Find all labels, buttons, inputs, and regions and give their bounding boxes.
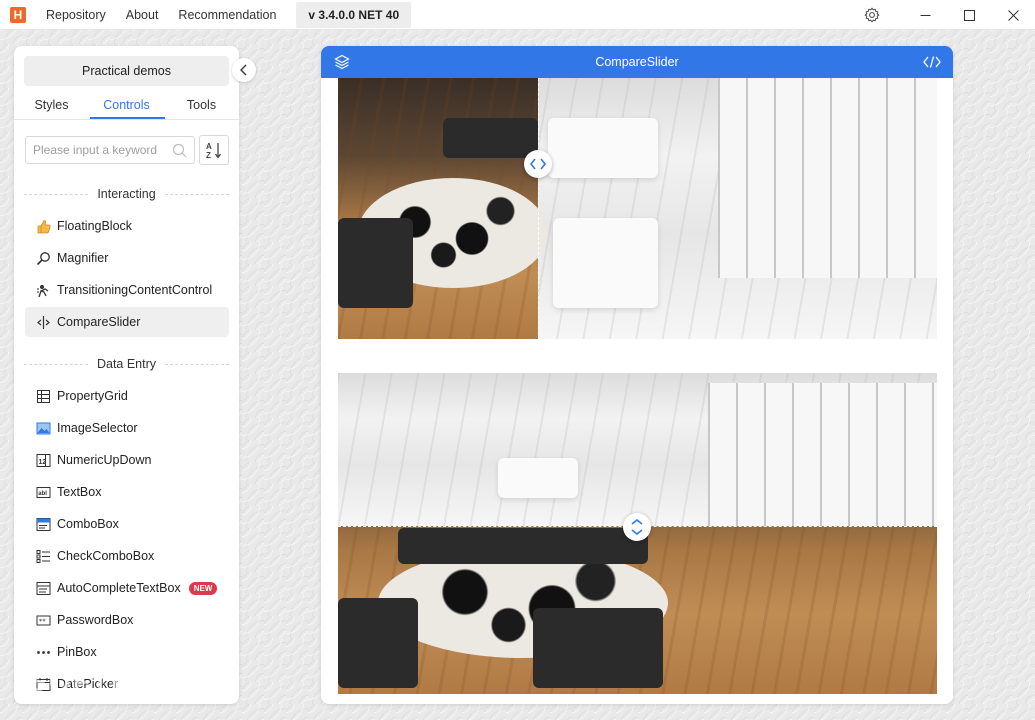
- check-list-icon: [35, 548, 51, 564]
- sidebar-item-label: PropertyGrid: [57, 389, 128, 403]
- dark-sofa: [398, 528, 648, 564]
- version-badge: v 3.4.0.0 NET 40: [296, 1, 412, 28]
- slider-handle[interactable]: [524, 150, 552, 178]
- tab-tools[interactable]: Tools: [164, 94, 239, 120]
- dark-sofa: [443, 118, 538, 158]
- svg-text:**: **: [38, 617, 46, 625]
- sidebar-item-label: TextBox: [57, 485, 102, 499]
- render-half: [338, 373, 937, 526]
- sidebar-item-label: PasswordBox: [57, 613, 134, 627]
- sidebar-item-label: NumericUpDown: [57, 453, 152, 467]
- sidebar-item-label: PinBox: [57, 645, 97, 659]
- thumbs-up-icon: [35, 218, 51, 234]
- collapse-sidebar-button[interactable]: [232, 58, 256, 82]
- window-controls: [857, 0, 1035, 30]
- gear-icon: [864, 7, 880, 23]
- transition-icon: [35, 282, 51, 298]
- sidebar-item-label: AutoCompleteTextBox: [57, 581, 181, 595]
- dark-armchair: [338, 218, 413, 308]
- search-input[interactable]: [33, 143, 163, 157]
- tab-divider: [14, 119, 239, 120]
- sidebar-item-transitioningcontentcontrol[interactable]: TransitioningContentControl: [25, 275, 229, 305]
- new-badge: NEW: [188, 581, 218, 595]
- sidebar-item-magnifier[interactable]: Magnifier: [25, 243, 229, 273]
- sidebar-item-combobox[interactable]: ComboBox: [25, 509, 229, 539]
- sidebar-item-label: TransitioningContentControl: [57, 283, 213, 297]
- title-bar: H Repository About Recommendation v 3.4.…: [0, 0, 1035, 30]
- card-header: CompareSlider: [321, 46, 953, 78]
- maximize-button[interactable]: [947, 0, 991, 30]
- sidebar-item-label: Magnifier: [57, 251, 109, 265]
- sidebar-item-propertygrid[interactable]: PropertyGrid: [25, 381, 229, 411]
- dark-armchair: [533, 608, 663, 688]
- sidebar-item-compareslider[interactable]: CompareSlider: [25, 307, 229, 337]
- magnifier-icon: [35, 250, 51, 266]
- sort-button[interactable]: A Z: [199, 135, 229, 165]
- svg-text:A: A: [206, 142, 212, 151]
- dots-icon: [35, 644, 51, 660]
- minimize-icon: [920, 14, 930, 16]
- sidebar-item-passwordbox[interactable]: ** PasswordBox: [25, 605, 229, 635]
- combobox-icon: [35, 516, 51, 532]
- chevron-up-down-icon: [631, 519, 643, 535]
- card-title: CompareSlider: [595, 55, 679, 69]
- slider-divider-line: [538, 78, 539, 339]
- sidebar-item-autocompletetextbox[interactable]: AutoCompleteTextBox NEW: [25, 573, 229, 603]
- sidebar-item-floatingblock[interactable]: FloatingBlock: [25, 211, 229, 241]
- layers-icon[interactable]: [334, 54, 350, 70]
- sidebar-item-checkcombobox[interactable]: CheckComboBox: [25, 541, 229, 571]
- sidebar-item-label: ComboBox: [57, 517, 119, 531]
- tab-styles[interactable]: Styles: [14, 94, 89, 120]
- dark-armchair-left: [338, 598, 418, 688]
- sort-az-icon: A Z: [206, 142, 222, 159]
- menu-bar: Repository About Recommendation: [36, 0, 286, 30]
- autocomplete-icon: [35, 580, 51, 596]
- sidebar-item-imageselector[interactable]: ImageSelector: [25, 413, 229, 443]
- menu-item-about[interactable]: About: [116, 0, 169, 30]
- photo-half: [338, 78, 548, 339]
- search-field: [25, 136, 195, 164]
- sidebar-item-label: CompareSlider: [57, 315, 141, 329]
- svg-text:Z: Z: [206, 151, 211, 159]
- menu-item-recommendation[interactable]: Recommendation: [168, 0, 286, 30]
- sidebar-item-label: FloatingBlock: [57, 219, 133, 233]
- group-header-data-entry: Data Entry: [24, 356, 229, 372]
- menu-item-repository[interactable]: Repository: [36, 0, 116, 30]
- numeric-icon: 12: [35, 452, 51, 468]
- textbox-icon: abl: [35, 484, 51, 500]
- demo-content-card: CompareSlider: [321, 46, 953, 704]
- softpedia-watermark: SOFTPEDIA: [28, 666, 207, 697]
- demo-sidebar: Practical demos Styles Controls Tools A …: [14, 46, 239, 704]
- window-wall: [708, 383, 937, 526]
- compare-slider-vertical[interactable]: [338, 373, 937, 694]
- practical-demos-button[interactable]: Practical demos: [24, 56, 229, 86]
- svg-text:abl: abl: [38, 491, 47, 497]
- close-icon: [1007, 9, 1019, 21]
- app-logo-icon: H: [10, 6, 26, 23]
- password-icon: **: [35, 612, 51, 628]
- settings-button[interactable]: [857, 0, 887, 30]
- slider-handle[interactable]: [623, 513, 651, 541]
- white-sofa: [548, 118, 658, 178]
- image-icon: [35, 420, 51, 436]
- code-icon[interactable]: [923, 55, 941, 69]
- chevron-left-icon: [240, 64, 247, 76]
- close-button[interactable]: [991, 0, 1035, 30]
- search-icon: [172, 143, 187, 158]
- white-fireplace: [498, 458, 578, 498]
- sidebar-item-pinbox[interactable]: PinBox: [25, 637, 229, 667]
- chevron-left-right-icon: [530, 158, 546, 170]
- compare-slider-icon: [35, 314, 51, 330]
- sidebar-item-textbox[interactable]: abl TextBox: [25, 477, 229, 507]
- compare-slider-horizontal[interactable]: [338, 78, 937, 339]
- white-armchair: [553, 218, 658, 308]
- group-header-interacting: Interacting: [24, 186, 229, 202]
- minimize-button[interactable]: [903, 0, 947, 30]
- maximize-icon: [963, 9, 975, 21]
- sidebar-item-numericupdown[interactable]: 12 NumericUpDown: [25, 445, 229, 475]
- property-grid-icon: [35, 388, 51, 404]
- sidebar-item-label: CheckComboBox: [57, 549, 155, 563]
- window-wall: [718, 78, 937, 278]
- sidebar-item-label: ImageSelector: [57, 421, 138, 435]
